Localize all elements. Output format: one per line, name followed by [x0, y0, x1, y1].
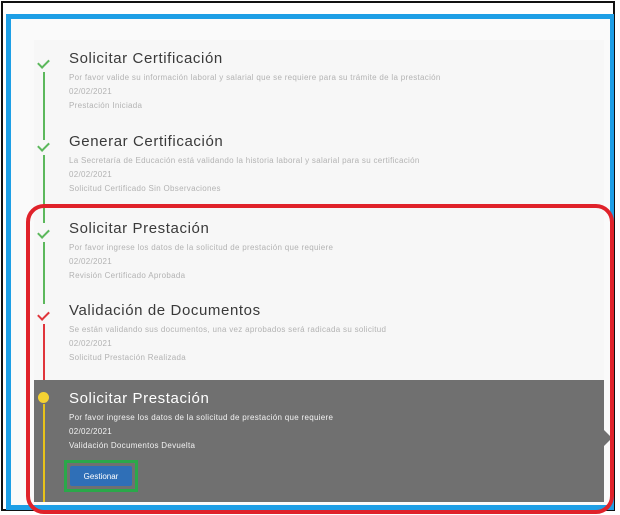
step-title: Solicitar Prestación	[69, 220, 210, 237]
step-title: Validación de Documentos	[69, 302, 261, 319]
step-description: Por favor ingrese los datos de la solici…	[69, 243, 334, 252]
step-status: Prestación Iniciada	[69, 101, 143, 110]
step-description: Por favor valide su información laboral …	[69, 73, 441, 82]
check-icon	[37, 308, 50, 321]
check-icon	[37, 226, 50, 239]
current-step-dot-icon	[38, 392, 49, 403]
step-date: 02/02/2021	[69, 339, 113, 348]
timeline-panel: Solicitar Certificación Por favor valide…	[34, 40, 612, 502]
button-highlight-box: Gestionar	[64, 460, 138, 492]
check-icon	[37, 56, 50, 69]
check-icon	[37, 139, 50, 152]
pointer-arrow-icon	[604, 430, 612, 446]
timeline-step-active: Solicitar Prestación Por favor ingrese l…	[34, 380, 612, 502]
timeline-connector	[43, 155, 45, 223]
step-status: Validación Documentos Devuelta	[69, 441, 196, 450]
timeline-connector	[43, 404, 45, 502]
step-date: 02/02/2021	[69, 87, 113, 96]
step-status: Solicitud Certificado Sin Observaciones	[69, 184, 221, 193]
step-description: Se están validando sus documentos, una v…	[69, 325, 387, 334]
timeline-connector	[43, 72, 45, 140]
step-status: Revisión Certificado Aprobada	[69, 271, 186, 280]
step-date: 02/02/2021	[69, 427, 113, 436]
timeline-connector	[43, 242, 45, 304]
step-date: 02/02/2021	[69, 170, 113, 179]
step-status: Solicitud Prestación Realizada	[69, 353, 187, 362]
step-title: Generar Certificación	[69, 133, 224, 150]
gestionar-button[interactable]: Gestionar	[70, 466, 132, 486]
step-date: 02/02/2021	[69, 257, 113, 266]
step-title: Solicitar Prestación	[69, 390, 210, 407]
step-description: La Secretaría de Educación está validand…	[69, 156, 420, 165]
step-description: Por favor ingrese los datos de la solici…	[69, 413, 334, 422]
step-title: Solicitar Certificación	[69, 50, 223, 67]
timeline-connector	[43, 324, 45, 380]
